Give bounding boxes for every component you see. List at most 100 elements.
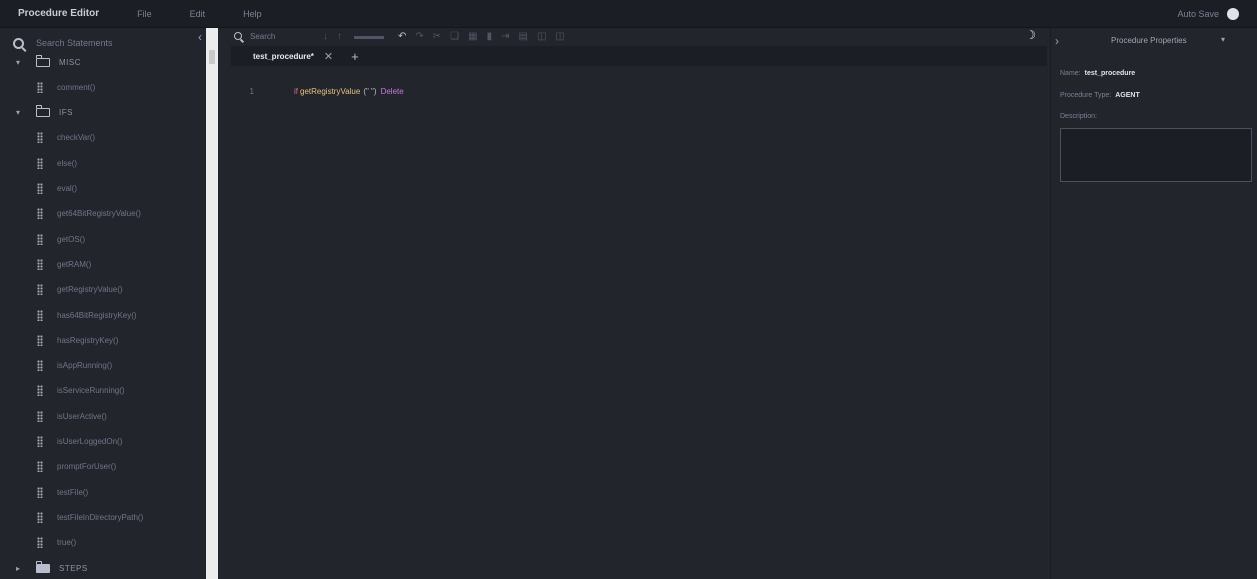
autosave-control: Auto Save <box>1177 0 1239 27</box>
splitter-handle[interactable] <box>209 50 215 64</box>
drag-handle-icon[interactable] <box>37 233 43 245</box>
prop-description-label: Description: <box>1060 113 1097 120</box>
close-icon[interactable]: ✕ <box>324 50 333 63</box>
statement-item[interactable]: getOS() <box>0 229 206 249</box>
moon-icon[interactable]: ☽ <box>1025 28 1036 42</box>
drag-handle-icon[interactable] <box>37 334 43 346</box>
code-args: (" ") <box>363 86 377 96</box>
collapse-right-icon[interactable]: › <box>1055 34 1059 48</box>
statement-item[interactable]: getRegistryValue() <box>0 280 206 300</box>
drag-handle-icon[interactable] <box>37 284 43 296</box>
collapse-left-icon[interactable]: ‹ <box>198 30 202 44</box>
statement-item[interactable]: isUserLoggedOn() <box>0 432 206 452</box>
statement-item[interactable]: isServiceRunning() <box>0 381 206 401</box>
drag-handle-icon[interactable] <box>37 81 43 93</box>
tab-bar: test_procedure* ✕ + <box>231 46 1047 66</box>
description-field[interactable] <box>1060 128 1252 182</box>
statement-label: else() <box>57 158 78 168</box>
statement-item[interactable]: getRAM() <box>0 254 206 274</box>
menu-help[interactable]: Help <box>243 9 262 19</box>
tab-test-procedure[interactable]: test_procedure* ✕ <box>231 46 343 66</box>
statement-label: testFileInDirectoryPath() <box>57 512 144 522</box>
chevron-down-icon[interactable]: ▾ <box>1221 35 1225 44</box>
statement-item[interactable]: else() <box>0 153 206 173</box>
sidebar-search <box>13 35 203 51</box>
statement-label: checkVar() <box>57 133 96 143</box>
arrow-down-icon[interactable]: ↓ <box>323 31 328 42</box>
statement-label: promptForUser() <box>57 462 117 472</box>
statement-item[interactable]: get64BitRegistryValue() <box>0 204 206 224</box>
tree-folder-misc[interactable]: ▾ MISC <box>0 52 206 72</box>
autosave-toggle[interactable] <box>1227 7 1239 20</box>
drag-handle-icon[interactable] <box>37 360 43 372</box>
drag-handle-icon[interactable] <box>37 157 43 169</box>
statement-item[interactable]: eval() <box>0 179 206 199</box>
statement-label: isServiceRunning() <box>57 386 125 396</box>
statement-item[interactable]: isUserActive() <box>0 406 206 426</box>
paste-icon[interactable]: ▦ <box>468 31 477 42</box>
statement-item[interactable]: testFile() <box>0 482 206 502</box>
drag-handle-icon[interactable] <box>37 461 43 473</box>
undo-icon[interactable]: ↶ <box>398 31 406 42</box>
chevron-right-icon[interactable]: ▸ <box>14 564 22 573</box>
menu-edit[interactable]: Edit <box>190 9 206 19</box>
folder-label: IFS <box>59 108 73 118</box>
autosave-label: Auto Save <box>1177 8 1219 19</box>
delete-icon[interactable]: ▮ <box>487 31 493 42</box>
drag-handle-icon[interactable] <box>37 183 43 194</box>
prop-type-value: AGENT <box>1115 92 1140 99</box>
statement-item[interactable]: testFileInDirectoryPath() <box>0 507 206 527</box>
expand-icon[interactable]: ◫ <box>537 31 546 42</box>
folder-icon <box>35 560 50 573</box>
properties-panel: › Procedure Properties ▾ Name: test_proce… <box>1050 28 1257 579</box>
collapse-icon[interactable]: ◫ <box>555 31 564 42</box>
drag-handle-icon[interactable] <box>37 436 43 447</box>
statement-label: hasRegistryKey() <box>57 335 119 345</box>
drag-handle-icon[interactable] <box>37 132 43 144</box>
statement-label: getRAM() <box>57 259 92 269</box>
statement-item[interactable]: promptForUser() <box>0 457 206 477</box>
chevron-down-icon[interactable]: ▾ <box>14 58 22 67</box>
statement-item[interactable]: hasRegistryKey() <box>0 330 206 350</box>
code-line[interactable]: 1 if getRegistryValue (" ") Delete <box>218 84 404 98</box>
search-icon <box>234 32 242 40</box>
menu-bar: Procedure Editor File Edit Help Auto Sav… <box>0 0 1257 28</box>
folder-label: STEPS <box>59 563 88 573</box>
add-tab-icon[interactable]: + <box>351 49 359 64</box>
drag-handle-icon[interactable] <box>37 537 43 549</box>
tree-folder-steps[interactable]: ▸ STEPS <box>0 558 206 578</box>
chevron-down-icon[interactable]: ▾ <box>14 108 22 117</box>
drag-handle-icon[interactable] <box>37 309 43 321</box>
statement-item[interactable]: has64BitRegistryKey() <box>0 305 206 325</box>
statement-label: comment() <box>57 82 96 92</box>
code-then: Delete <box>380 86 404 96</box>
arrow-up-icon[interactable]: ↑ <box>337 31 342 42</box>
drag-handle-icon[interactable] <box>37 410 43 422</box>
app-title: Procedure Editor <box>18 8 100 19</box>
comment-icon[interactable]: ▤ <box>519 31 528 42</box>
redo-icon[interactable]: ↷ <box>415 31 423 42</box>
prop-name-value: test_procedure <box>1084 70 1136 77</box>
statement-item[interactable]: isAppRunning() <box>0 356 206 376</box>
statement-label: isUserActive() <box>57 411 107 421</box>
statement-item[interactable]: true() <box>0 533 206 553</box>
find-icon[interactable]: ▬▬▬ <box>354 31 384 42</box>
statement-item[interactable]: comment() <box>0 77 206 97</box>
menu-file[interactable]: File <box>137 9 152 19</box>
statement-item[interactable]: checkVar() <box>0 128 206 148</box>
cut-icon[interactable]: ✂ <box>433 31 441 42</box>
prop-name-row: Name: test_procedure <box>1060 70 1135 77</box>
panel-splitter[interactable] <box>206 28 218 579</box>
drag-handle-icon[interactable] <box>37 486 43 498</box>
editor-search-input[interactable] <box>248 30 314 42</box>
drag-handle-icon[interactable] <box>37 385 43 397</box>
drag-handle-icon[interactable] <box>37 258 43 270</box>
indent-icon[interactable]: ⇥ <box>501 31 509 42</box>
drag-handle-icon[interactable] <box>37 511 43 523</box>
statement-label: get64BitRegistryValue() <box>57 209 141 219</box>
statements-search-input[interactable] <box>34 37 178 49</box>
drag-handle-icon[interactable] <box>37 208 43 220</box>
copy-icon[interactable]: ❏ <box>450 31 459 42</box>
tree-folder-ifs[interactable]: ▾ IFS <box>0 103 206 123</box>
prop-type-label: Procedure Type: <box>1060 92 1112 99</box>
